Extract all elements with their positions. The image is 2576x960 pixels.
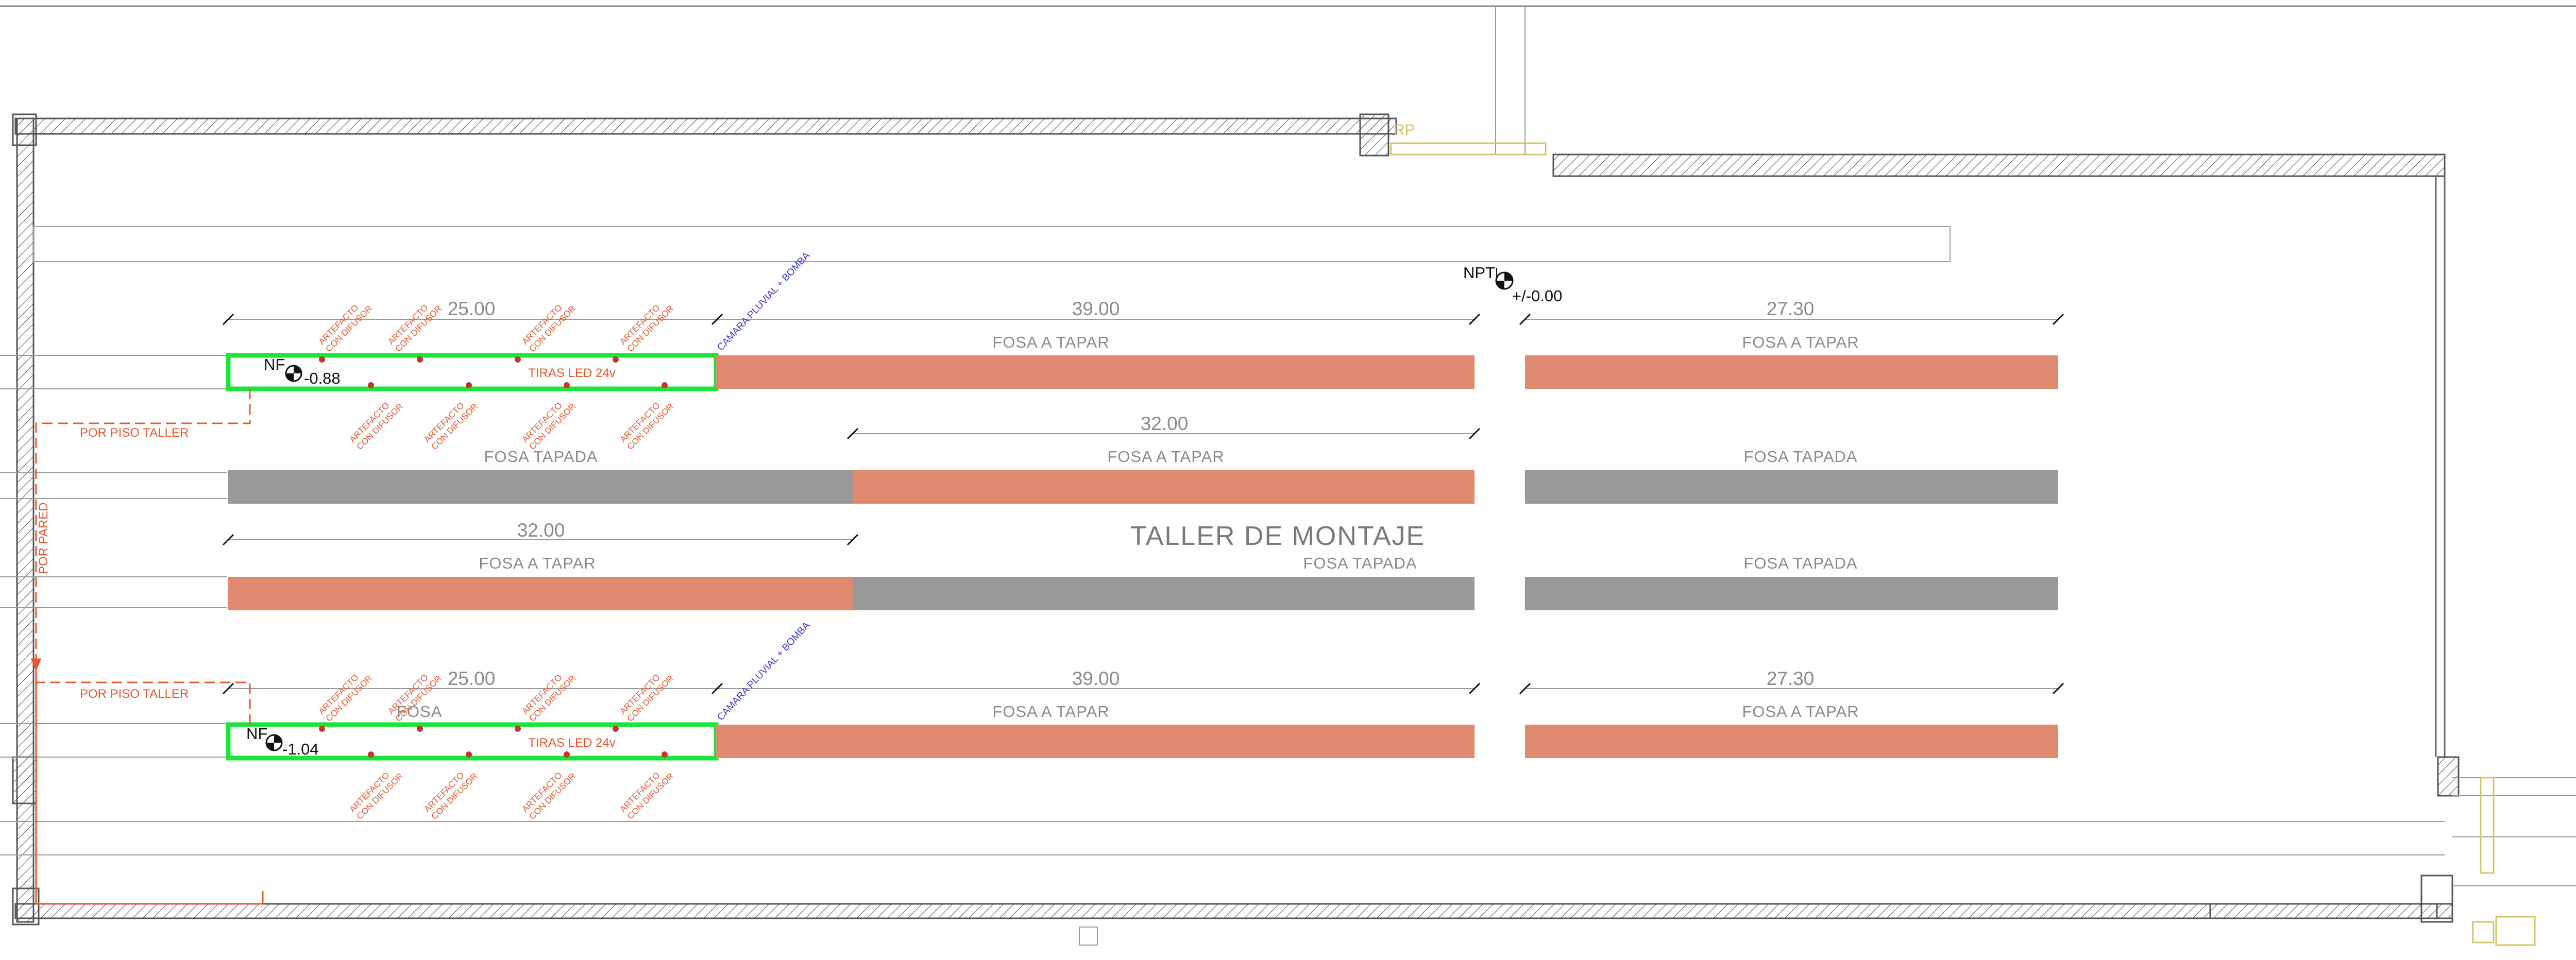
svg-text:ARTEFACTOCON DIFUSOR: ARTEFACTOCON DIFUSOR bbox=[386, 296, 444, 354]
svg-text:ARTEFACTOCON DIFUSOR: ARTEFACTOCON DIFUSOR bbox=[618, 666, 675, 724]
row-2: 32.00 FOSA TAPADA FOSA A TAPAR FOSA TAPA… bbox=[228, 413, 2058, 504]
nf-value-row1: -0.88 bbox=[304, 369, 341, 387]
svg-text:ARTEFACTOCON DIFUSOR: ARTEFACTOCON DIFUSOR bbox=[316, 296, 374, 354]
dim-row1-b: 39.00 bbox=[1072, 298, 1120, 319]
por-piso-taller-1: POR PISO TALLER bbox=[80, 426, 189, 440]
fosa-row1-b bbox=[716, 355, 1475, 389]
wall-top-left bbox=[14, 117, 1397, 135]
fosa-row3-a bbox=[228, 577, 853, 610]
label-row3-c: FOSA TAPADA bbox=[1743, 554, 1857, 572]
dim-row4-b: 39.00 bbox=[1072, 668, 1120, 689]
fosa-row4-c bbox=[1525, 725, 2058, 758]
rp-label: RP bbox=[1394, 122, 1415, 139]
camara-pluvial-row1: CAMARA PLUVIAL + BOMBA bbox=[715, 250, 812, 353]
por-pared: POR PARED bbox=[37, 502, 50, 574]
fosa-row2-b bbox=[853, 470, 1475, 504]
svg-text:ARTEFACTOCON DIFUSOR: ARTEFACTOCON DIFUSOR bbox=[316, 666, 374, 724]
nf-value-row4: -1.04 bbox=[282, 740, 319, 758]
label-row3-b: FOSA TAPADA bbox=[1303, 554, 1417, 572]
wall-top-right bbox=[1552, 153, 2446, 177]
dim-row1-a: 25.00 bbox=[448, 298, 496, 319]
label-row1-b: FOSA A TAPAR bbox=[992, 333, 1109, 351]
npt-value: +/-0.00 bbox=[1512, 287, 1562, 305]
tiras-led-row1: TIRAS LED 24v bbox=[528, 366, 615, 380]
artefacto-labels-row4-top: ARTEFACTOCON DIFUSOR ARTEFACTOCON DIFUSO… bbox=[316, 666, 675, 724]
cable-routing bbox=[30, 389, 264, 905]
dim-row1-c: 27.30 bbox=[1767, 298, 1815, 319]
fosa-row2-a bbox=[228, 470, 853, 504]
svg-text:ARTEFACTOCON DIFUSOR: ARTEFACTOCON DIFUSOR bbox=[618, 296, 675, 354]
dim-row4-a: 25.00 bbox=[448, 668, 496, 689]
label-row2-b: FOSA A TAPAR bbox=[1107, 448, 1224, 466]
label-row4-b: FOSA A TAPAR bbox=[992, 702, 1109, 721]
label-row2-c: FOSA TAPADA bbox=[1743, 448, 1857, 466]
npt-level-marker: NPT +/-0.00 bbox=[1463, 264, 1562, 305]
column-left-mid bbox=[12, 756, 37, 804]
artefacto-labels-row4-bottom: ARTEFACTOCON DIFUSOR ARTEFACTOCON DIFUSO… bbox=[347, 764, 675, 821]
fosa-row3-c bbox=[1525, 577, 2058, 610]
label-row4-c: FOSA A TAPAR bbox=[1742, 702, 1859, 721]
dim-row2: 32.00 bbox=[1141, 413, 1189, 434]
level-marker-icon bbox=[265, 734, 283, 751]
label-row1-c: FOSA A TAPAR bbox=[1742, 333, 1859, 351]
tiras-led-row4: TIRAS LED 24v bbox=[528, 736, 615, 750]
artefacto-labels-row1-bottom: ARTEFACTOCON DIFUSOR ARTEFACTOCON DIFUSO… bbox=[347, 394, 675, 452]
label-row3-a: FOSA A TAPAR bbox=[479, 554, 596, 572]
fosa-row3-b bbox=[853, 577, 1475, 610]
dim-row4-c: 27.30 bbox=[1767, 668, 1815, 689]
room-title: TALLER DE MONTAJE bbox=[1130, 521, 1425, 551]
svg-text:ARTEFACTOCON DIFUSOR: ARTEFACTOCON DIFUSOR bbox=[618, 764, 675, 821]
fosa-row1-c bbox=[1525, 355, 2058, 389]
wall-bottom bbox=[14, 903, 2453, 919]
floor-plan-drawing: RP 25.00 39.00 27.30 FOSA A TAPAR FOSA A… bbox=[0, 5, 2576, 946]
level-marker-icon bbox=[285, 365, 302, 382]
svg-text:ARTEFACTOCON DIFUSOR: ARTEFACTOCON DIFUSOR bbox=[347, 394, 405, 452]
svg-text:ARTEFACTOCON DIFUSOR: ARTEFACTOCON DIFUSOR bbox=[422, 764, 480, 821]
npt-label: NPT bbox=[1463, 264, 1495, 282]
nf-label-row4: NF bbox=[246, 725, 267, 743]
svg-text:ARTEFACTOCON DIFUSOR: ARTEFACTOCON DIFUSOR bbox=[618, 394, 675, 452]
svg-text:ARTEFACTOCON DIFUSOR: ARTEFACTOCON DIFUSOR bbox=[520, 296, 578, 354]
svg-text:ARTEFACTOCON DIFUSOR: ARTEFACTOCON DIFUSOR bbox=[520, 764, 578, 821]
svg-text:ARTEFACTOCON DIFUSOR: ARTEFACTOCON DIFUSOR bbox=[520, 666, 578, 724]
svg-text:ARTEFACTOCON DIFUSOR: ARTEFACTOCON DIFUSOR bbox=[520, 394, 578, 452]
dim-row3: 32.00 bbox=[517, 520, 565, 541]
artefacto-labels-row1-top: ARTEFACTOCON DIFUSOR ARTEFACTOCON DIFUSO… bbox=[316, 296, 675, 354]
row-4: 25.00 39.00 27.30 FOSA A TAPAR FOSA A TA… bbox=[222, 620, 2064, 821]
column-right bbox=[2437, 756, 2460, 797]
fosa-row2-c bbox=[1525, 470, 2058, 504]
label-row2-a: FOSA TAPADA bbox=[484, 448, 598, 466]
row-3: 32.00 TALLER DE MONTAJE FOSA A TAPAR FOS… bbox=[222, 520, 2058, 610]
svg-text:ARTEFACTOCON DIFUSOR: ARTEFACTOCON DIFUSOR bbox=[422, 394, 480, 452]
fosa-row4-b bbox=[716, 725, 1475, 758]
camara-pluvial-row4: CAMARA PLUVIAL + BOMBA bbox=[715, 620, 812, 723]
column-top-mid bbox=[1359, 113, 1389, 157]
nf-label-row1: NF bbox=[264, 355, 285, 373]
por-piso-taller-2: POR PISO TALLER bbox=[80, 687, 189, 701]
svg-text:ARTEFACTOCON DIFUSOR: ARTEFACTOCON DIFUSOR bbox=[347, 764, 405, 821]
